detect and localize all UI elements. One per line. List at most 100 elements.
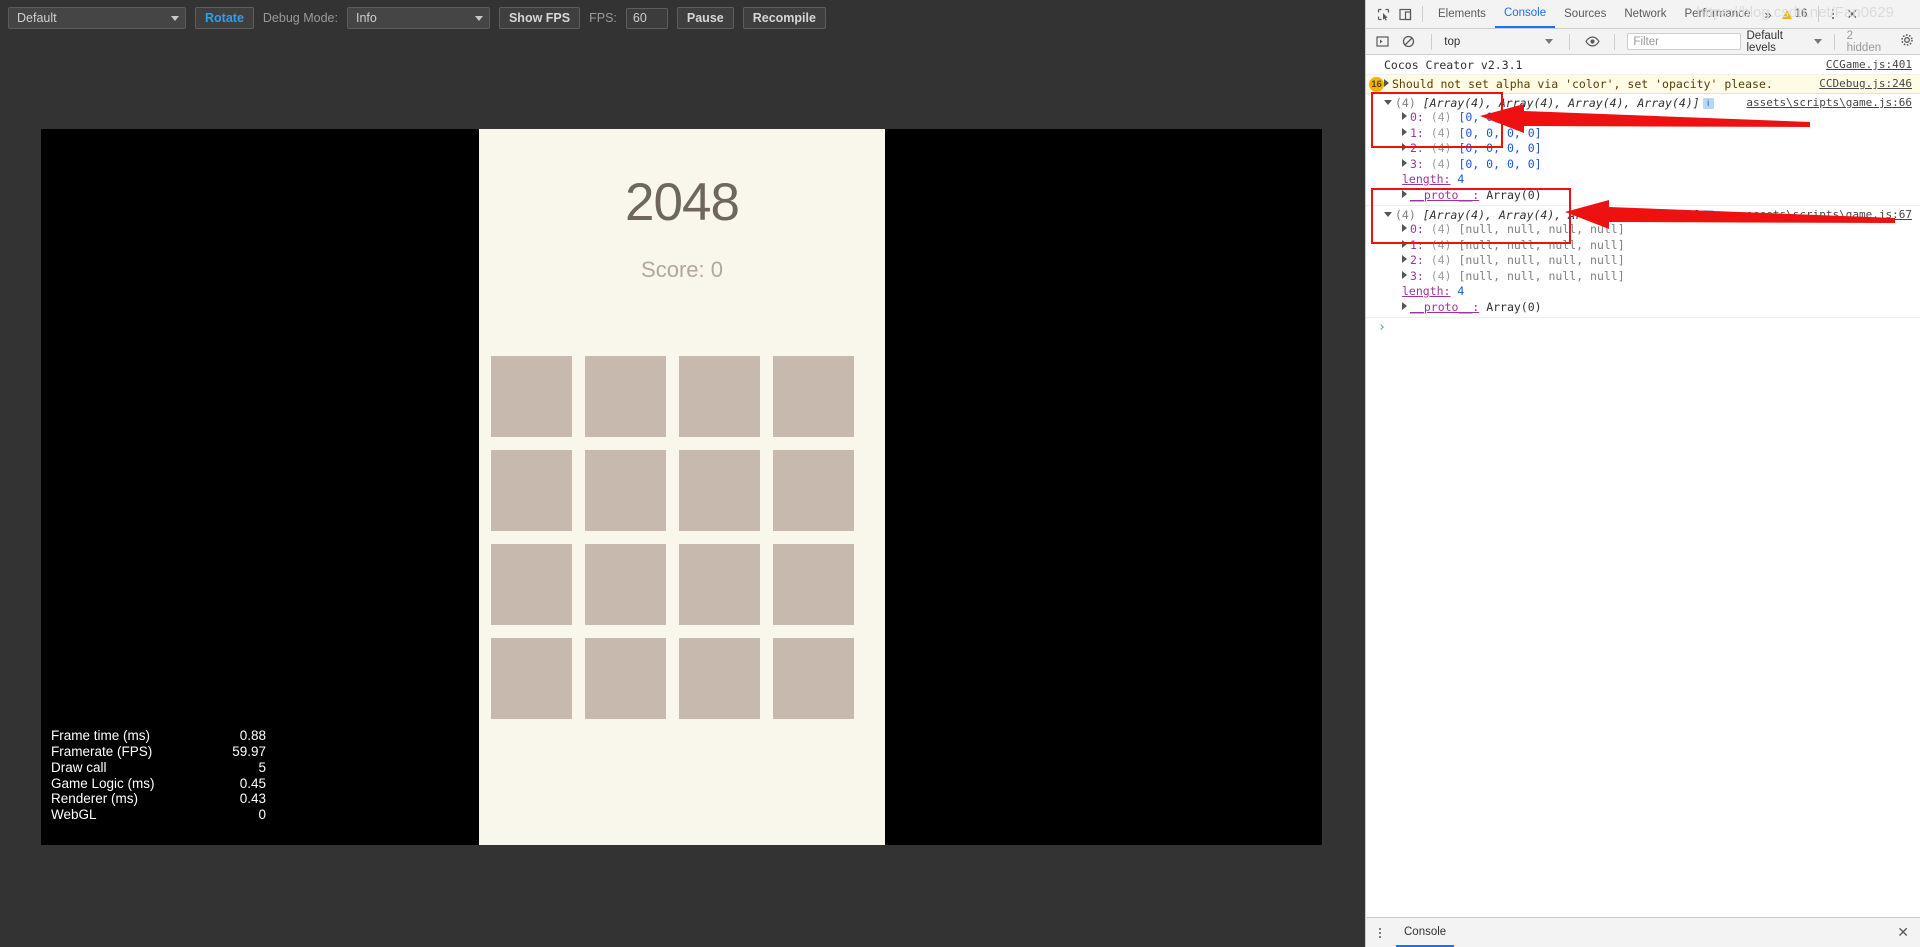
rotate-button[interactable]: Rotate: [195, 7, 254, 29]
expand-triangle-icon[interactable]: [1402, 239, 1407, 248]
fps-input[interactable]: 60: [625, 7, 668, 29]
array-sub-count: (4): [1423, 156, 1459, 171]
game-tile[interactable]: [679, 356, 760, 437]
array-index: 1:: [1410, 237, 1424, 252]
toolbar-divider: [1568, 33, 1570, 50]
recompile-button[interactable]: Recompile: [742, 7, 826, 29]
array-sub-count: (4): [1423, 141, 1459, 155]
game-tile[interactable]: [585, 450, 666, 531]
console-sidebar-icon[interactable]: [1372, 31, 1393, 53]
game-tile[interactable]: [585, 638, 666, 719]
game-tile[interactable]: [491, 544, 572, 625]
array-proto-row[interactable]: __proto__: Array(0): [1384, 300, 1920, 316]
tab-sources[interactable]: Sources: [1555, 0, 1615, 28]
source-link[interactable]: CCDebug.js:246: [1819, 77, 1912, 90]
console-message-text: Cocos Creator v2.3.1: [1384, 58, 1523, 72]
clear-console-icon[interactable]: [1399, 31, 1420, 53]
expand-triangle-icon[interactable]: [1402, 301, 1407, 310]
expand-triangle-icon[interactable]: [1402, 127, 1407, 136]
expand-triangle-icon[interactable]: [1384, 79, 1389, 87]
tab-elements[interactable]: Elements: [1429, 0, 1495, 28]
source-link[interactable]: CCGame.js:401: [1826, 58, 1912, 71]
info-icon[interactable]: i: [1702, 210, 1714, 221]
console-prompt-row[interactable]: ›: [1366, 318, 1920, 337]
drawer-menu-icon[interactable]: [1372, 927, 1388, 938]
game-tile[interactable]: [679, 450, 760, 531]
expand-triangle-icon[interactable]: [1402, 158, 1407, 167]
array-length-row: length: 4: [1384, 172, 1920, 188]
stats-key: Framerate (FPS): [51, 744, 153, 760]
game-tile[interactable]: [773, 544, 854, 625]
game-tile[interactable]: [491, 450, 572, 531]
game-tile[interactable]: [491, 638, 572, 719]
device-toolbar-icon[interactable]: [1394, 3, 1416, 25]
array-entry-row[interactable]: 0: (4) [null, null, null, null]: [1402, 222, 1920, 238]
array-preview: [Array(4), Array(4), Array(4), Array(4)]: [1422, 96, 1700, 110]
array-entry-row[interactable]: 2: (4) [0, 0, 0, 0]: [1402, 141, 1920, 157]
game-tile[interactable]: [585, 544, 666, 625]
stats-row: Renderer (ms) 0.43: [51, 791, 266, 807]
close-drawer-icon[interactable]: ✕: [1892, 924, 1914, 941]
device-select[interactable]: Default: [8, 7, 186, 29]
array-index: 3:: [1410, 268, 1424, 283]
console-message-list[interactable]: Cocos Creator v2.3.1 CCGame.js:401 16 Sh…: [1366, 56, 1920, 911]
game-tile[interactable]: [773, 356, 854, 437]
array-entry-row[interactable]: 1: (4) [0, 0, 0, 0]: [1402, 126, 1920, 142]
array-entry-row[interactable]: 3: (4) [0, 0, 0, 0]: [1402, 157, 1920, 173]
console-array-group[interactable]: (4) [Array(4), Array(4), Array(4), Array…: [1366, 206, 1920, 318]
expand-triangle-icon[interactable]: [1402, 224, 1407, 232]
show-fps-button[interactable]: Show FPS: [498, 7, 581, 29]
game-grid[interactable]: [491, 356, 873, 719]
console-warning-message[interactable]: 16 Should not set alpha via 'color', set…: [1366, 75, 1920, 94]
expand-triangle-icon[interactable]: [1402, 255, 1407, 263]
proto-value: Array(0): [1486, 187, 1542, 202]
info-icon[interactable]: i: [1702, 98, 1714, 109]
proto-key: __proto__:: [1410, 187, 1480, 202]
live-expression-eye-icon[interactable]: [1582, 31, 1603, 53]
game-tile[interactable]: [585, 356, 666, 437]
execution-context-select[interactable]: top: [1444, 36, 1557, 48]
tab-console[interactable]: Console: [1494, 0, 1556, 28]
collapse-triangle-icon[interactable]: [1384, 212, 1392, 217]
tab-network[interactable]: Network: [1615, 0, 1675, 28]
array-entry-row[interactable]: 2: (4) [null, null, null, null]: [1402, 253, 1920, 269]
expand-triangle-icon[interactable]: [1402, 270, 1407, 279]
console-settings-gear-icon[interactable]: [1900, 33, 1914, 50]
debug-mode-select[interactable]: Info: [346, 7, 490, 29]
expand-triangle-icon[interactable]: [1402, 143, 1407, 151]
array-proto-row[interactable]: __proto__: Array(0): [1384, 188, 1920, 204]
stats-value: 5: [258, 759, 266, 775]
array-entry-row[interactable]: 3: (4) [null, null, null, null]: [1402, 269, 1920, 285]
stats-row: Draw call 5: [51, 760, 266, 776]
toolbar-divider: [1431, 33, 1433, 50]
game-tile[interactable]: [491, 356, 572, 437]
pause-button[interactable]: Pause: [676, 7, 734, 29]
collapse-triangle-icon[interactable]: [1384, 100, 1392, 105]
game-canvas[interactable]: 2048 Score: 0 Frame time (ms) 0.88 Framera…: [41, 129, 1322, 845]
array-entry-row[interactable]: 0: (4) [0, 0, 0, 0]: [1402, 110, 1920, 126]
console-filter-input[interactable]: Filter: [1627, 33, 1741, 50]
expand-triangle-icon[interactable]: [1402, 112, 1407, 120]
array-entry-row[interactable]: 1: (4) [null, null, null, null]: [1402, 238, 1920, 254]
chevron-down-icon: [171, 16, 179, 21]
source-link[interactable]: assets\scripts\game.js:67: [1746, 208, 1912, 221]
device-select-value: Default: [17, 11, 57, 25]
array-count: (4): [1395, 208, 1416, 222]
console-array-group[interactable]: (4) [Array(4), Array(4), Array(4), Array…: [1366, 94, 1920, 206]
inspect-element-icon[interactable]: [1372, 3, 1394, 25]
dot: [1379, 935, 1381, 938]
game-tile[interactable]: [679, 544, 760, 625]
source-link[interactable]: assets\scripts\game.js:66: [1746, 96, 1912, 109]
array-length-row: length: 4: [1384, 284, 1920, 300]
drawer-tab-console[interactable]: Console: [1396, 918, 1455, 947]
game-tile[interactable]: [773, 638, 854, 719]
expand-triangle-icon[interactable]: [1402, 189, 1407, 198]
game-tile[interactable]: [773, 450, 854, 531]
console-message[interactable]: Cocos Creator v2.3.1 CCGame.js:401: [1366, 56, 1920, 75]
array-sub-value: [0, 0, 0, 0]: [1458, 156, 1542, 171]
game-tile[interactable]: [679, 638, 760, 719]
stats-value: 0: [258, 807, 266, 823]
array-sub-count: (4): [1423, 110, 1459, 124]
stats-value: 0.88: [239, 728, 266, 744]
log-levels-select[interactable]: Default levels: [1747, 30, 1822, 54]
